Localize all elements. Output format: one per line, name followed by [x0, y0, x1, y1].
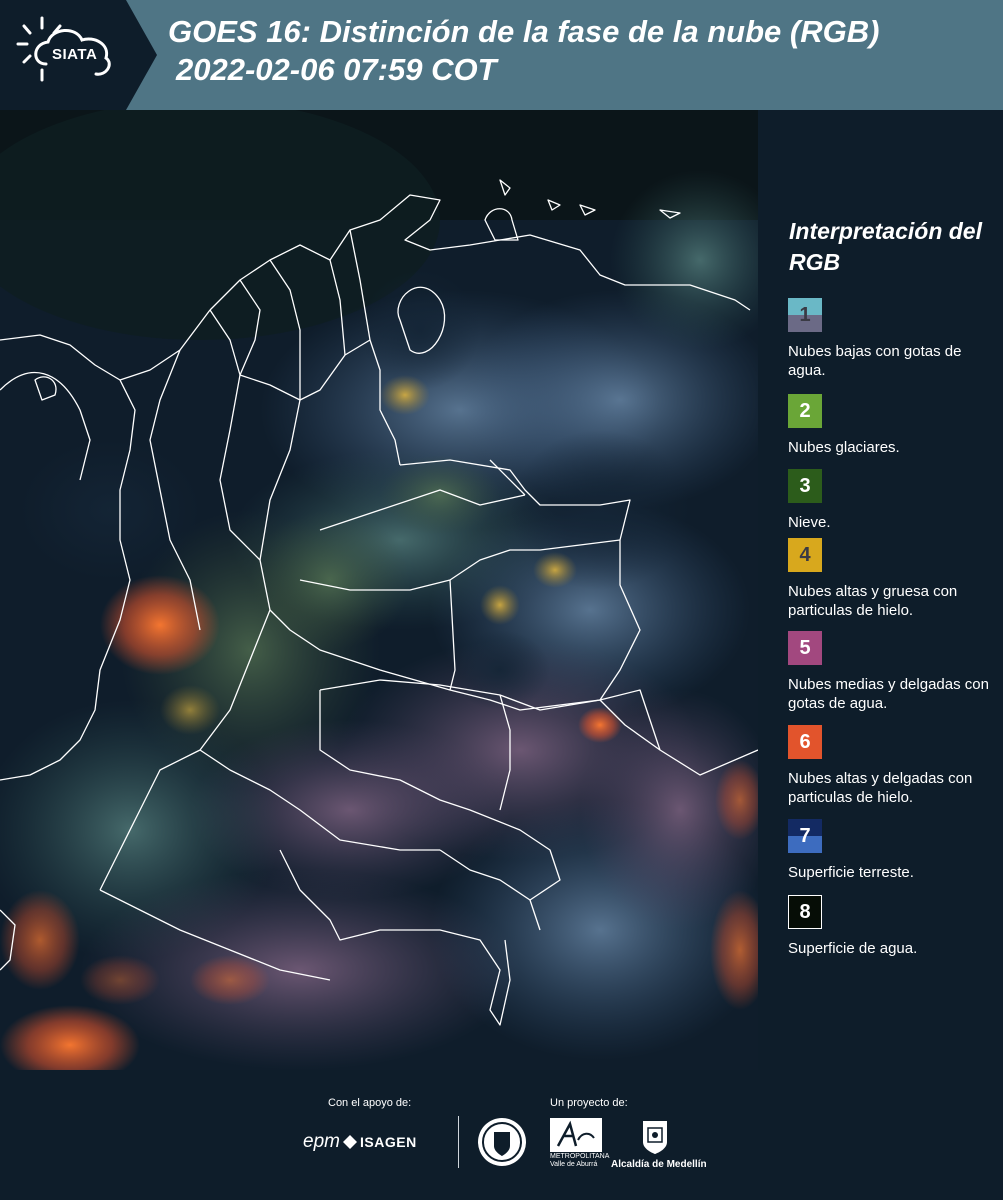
alcaldia-label: Alcaldía de Medellín: [611, 1159, 707, 1170]
legend-item-2: 2 Nubes glaciares.: [788, 394, 998, 457]
legend-item-8: 8 Superficie de agua.: [788, 895, 998, 958]
legend-item-7: 7 Superficie terreste.: [788, 819, 998, 882]
legend-swatch-4: 4: [788, 538, 822, 572]
project-label: Un proyecto de:: [550, 1097, 628, 1109]
legend-title: Interpretación del RGB: [789, 218, 982, 275]
amva-line-2: Valle de Aburrá: [550, 1161, 598, 1168]
legend-label: Nubes glaciares.: [788, 439, 900, 456]
legend-label: Superficie terreste.: [788, 864, 914, 881]
medellin-shield-icon: [643, 1121, 667, 1154]
title-line-2: 2022-02-06 07:59 COT: [176, 52, 497, 87]
legend-panel: Interpretación del RGB 1 Nubes bajas con…: [760, 110, 1003, 1070]
legend-swatch-1: 1: [788, 298, 822, 332]
isagen-mark-icon: [343, 1135, 357, 1149]
header: SIATA GOES 16: Distinción de la fase de …: [0, 0, 1003, 110]
logo-text: SIATA: [52, 46, 98, 63]
amva-text: METROPOLITANA Valle de Aburrá: [550, 1153, 610, 1169]
legend-swatch-8: 8: [788, 895, 822, 929]
legend-label: Nubes bajas con gotas de agua.: [788, 343, 962, 379]
rgb-composite-image: [0, 110, 758, 1070]
satellite-map: [0, 110, 758, 1070]
legend-number: 5: [799, 636, 811, 659]
isagen-logo: ISAGEN: [360, 1134, 417, 1150]
legend-number: 3: [799, 474, 811, 497]
legend-item-1: 1 Nubes bajas con gotas de agua.: [788, 298, 998, 380]
legend-number: 1: [799, 303, 811, 326]
page-title: GOES 16: Distinción de la fase de la nub…: [168, 13, 879, 89]
legend-swatch-5: 5: [788, 631, 822, 665]
legend-number: 6: [799, 730, 811, 753]
amva-line-1: METROPOLITANA: [550, 1153, 610, 1160]
area-metropolitana-logo-icon: [550, 1118, 602, 1152]
title-line-1: GOES 16: Distinción de la fase de la nub…: [168, 14, 880, 49]
legend-item-6: 6 Nubes altas y delgadas con particulas …: [788, 725, 998, 807]
footer-divider: [458, 1116, 459, 1168]
legend-label: Nieve.: [788, 514, 831, 531]
legend-label: Nubes medias y delgadas con gotas de agu…: [788, 676, 989, 712]
legend-item-5: 5 Nubes medias y delgadas con gotas de a…: [788, 631, 998, 713]
support-label: Con el apoyo de:: [328, 1097, 412, 1109]
university-seal-icon: [478, 1118, 526, 1166]
legend-number: 7: [799, 824, 811, 847]
legend-swatch-2: 2: [788, 394, 822, 428]
legend-swatch-3: 3: [788, 469, 822, 503]
legend-label: Nubes altas y gruesa con particulas de h…: [788, 583, 958, 619]
footer: Con el apoyo de: Un proyecto de: epm ISA…: [0, 1070, 1003, 1200]
legend-number: 8: [799, 900, 811, 923]
legend-swatch-7: 7: [788, 819, 822, 853]
epm-logo: epm: [303, 1131, 340, 1152]
legend-label: Nubes altas y delgadas con particulas de…: [788, 770, 973, 806]
legend-item-3: 3 Nieve.: [788, 469, 998, 532]
legend-number: 4: [799, 543, 811, 566]
legend-label: Superficie de agua.: [788, 940, 918, 957]
legend-item-4: 4 Nubes altas y gruesa con particulas de…: [788, 538, 998, 620]
siata-logo: SIATA: [0, 0, 157, 110]
legend-swatch-6: 6: [788, 725, 822, 759]
legend-number: 2: [799, 399, 811, 422]
